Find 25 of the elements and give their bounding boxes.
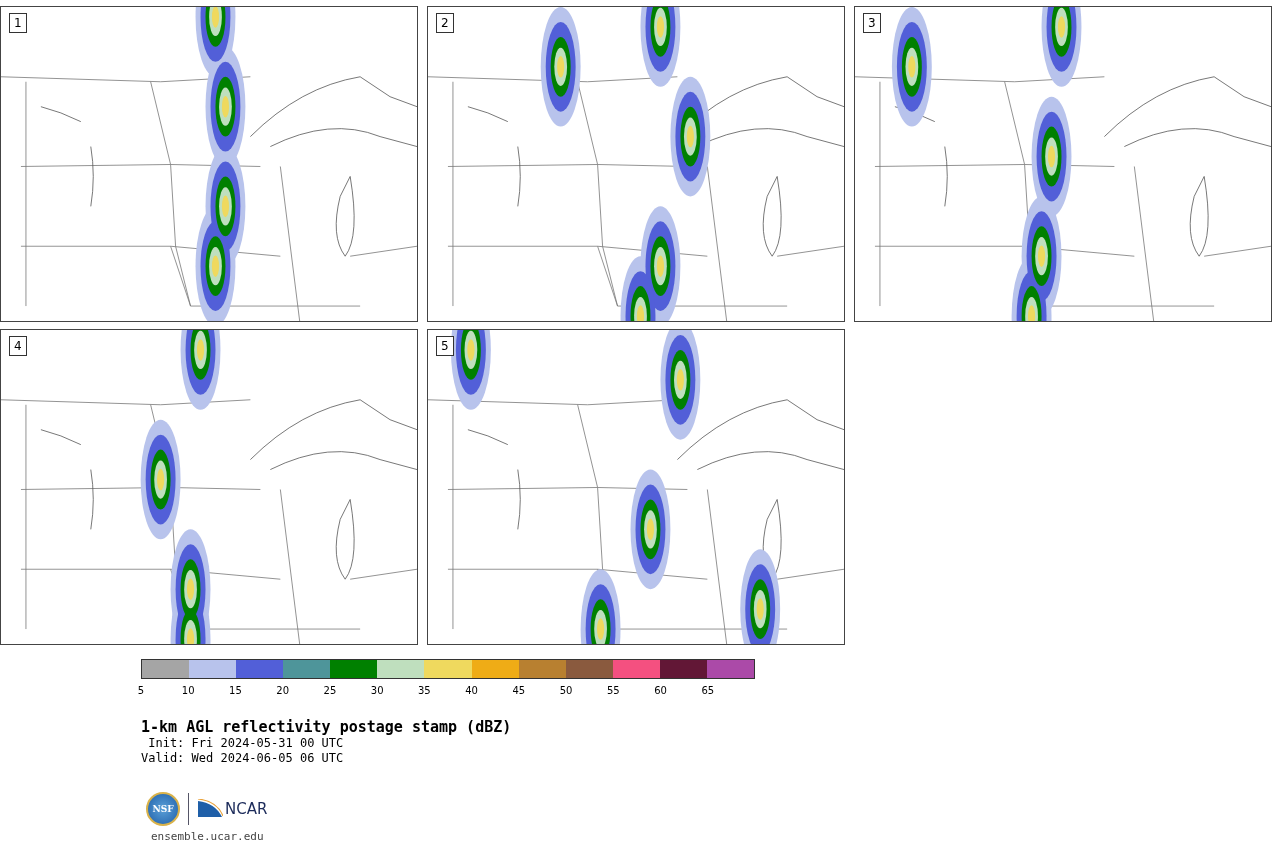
tick-label: 25 [323, 685, 337, 696]
ncar-logo: NCAR [225, 800, 268, 818]
chart-title: 1-km AGL reflectivity postage stamp (dBZ) [141, 718, 513, 736]
swoosh-icon [197, 799, 223, 819]
tick-label: 40 [465, 685, 478, 696]
tick-label: 60 [654, 685, 667, 696]
tick-label: 15 [229, 685, 242, 696]
tick-label: 45 [512, 685, 526, 696]
site-url: ensemble.ucar.edu [151, 830, 265, 843]
tick-label: 50 [559, 685, 573, 696]
tick-label: 30 [370, 685, 384, 696]
tick-label: 35 [418, 685, 431, 696]
panel-number: 5 [436, 336, 454, 356]
init-time: Init: Fri 2024-05-31 00 UTC [147, 736, 345, 751]
tick-label: 20 [276, 685, 290, 696]
nsf-logo: NSF [146, 792, 180, 826]
tick-label: 5 [137, 685, 145, 696]
tick-label: 65 [701, 685, 715, 696]
tick-label: 55 [606, 685, 620, 696]
valid-time: Valid: Wed 2024-06-05 06 UTC [141, 751, 345, 766]
tick-label: 10 [181, 685, 195, 696]
panel-number: 3 [863, 13, 881, 33]
panel-number: 4 [9, 336, 27, 356]
panel-number: 1 [9, 13, 27, 33]
panel-number: 2 [436, 13, 454, 33]
